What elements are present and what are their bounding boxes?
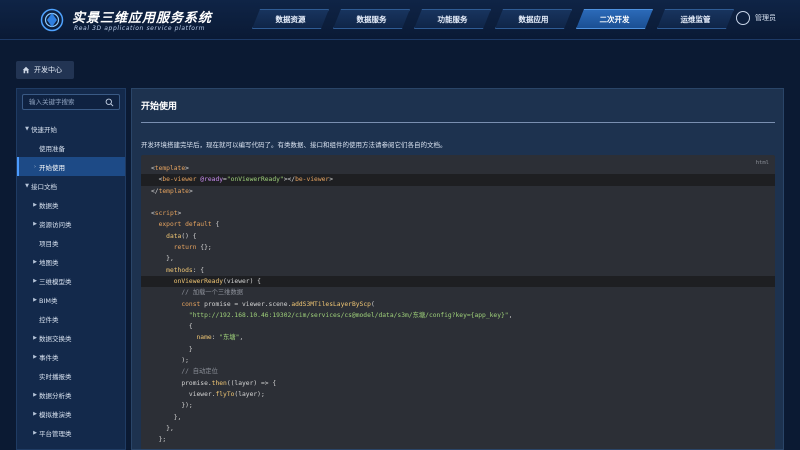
tree-item-resource-access[interactable]: ▶ 资源访问类 bbox=[17, 214, 125, 233]
tree-item-getting-started[interactable]: › 开始使用 bbox=[17, 157, 125, 176]
code-line: <template> bbox=[151, 165, 189, 172]
caret-right-icon: ▶ bbox=[33, 220, 37, 227]
tree-label: 开始使用 bbox=[39, 163, 65, 172]
search-box bbox=[22, 94, 120, 110]
page-title: 开始使用 bbox=[141, 102, 178, 112]
code-line: promise.then((layer) => { bbox=[151, 379, 277, 387]
search-icon[interactable] bbox=[105, 98, 114, 107]
home-icon bbox=[22, 66, 30, 74]
code-line: // 自动定位 bbox=[151, 368, 218, 376]
tree-group-api-docs[interactable]: ▼ 接口文档 bbox=[17, 176, 125, 195]
app-header: 实景三维应用服务系统 Real 3D application service p… bbox=[0, 0, 800, 40]
nav-tab-operations[interactable]: 运维监管 bbox=[657, 9, 734, 29]
search-input[interactable] bbox=[23, 95, 103, 109]
tree-item-data-exchange[interactable]: ▶ 数据交换类 bbox=[17, 328, 125, 347]
doc-tree: ▼ 快速开始 使用准备 › 开始使用 ▼ 接口文档 ▶ 数据类 ▶ 资源访问类 … bbox=[17, 119, 125, 442]
tree-label: 项目类 bbox=[39, 239, 59, 248]
tree-item-data-analysis[interactable]: ▶ 数据分析类 bbox=[17, 385, 125, 404]
logo-icon bbox=[40, 8, 64, 32]
code-line: </template> bbox=[151, 187, 193, 195]
tree-label: 平台管理类 bbox=[39, 429, 72, 438]
tree-item-map[interactable]: ▶ 地图类 bbox=[17, 252, 125, 271]
code-lines: <template> <be-viewer @ready="onViewerRe… bbox=[141, 163, 775, 445]
code-line: const promise = viewer.scene.addS3MTiles… bbox=[181, 300, 375, 308]
code-line: name: "东塘", bbox=[196, 334, 244, 342]
tree-label: BIM类 bbox=[39, 296, 58, 305]
nav-tab-secondary-development[interactable]: 二次开发 bbox=[576, 9, 653, 29]
tree-item-preparation[interactable]: 使用准备 bbox=[17, 138, 125, 157]
caret-right-icon: ▶ bbox=[33, 258, 37, 265]
tree-label: 实时播报类 bbox=[39, 372, 72, 381]
caret-right-icon: ▶ bbox=[33, 201, 37, 208]
tree-item-data[interactable]: ▶ 数据类 bbox=[17, 195, 125, 214]
tree-label: 模拟推演类 bbox=[39, 410, 72, 419]
code-line: ​ bbox=[141, 197, 775, 208]
tree-label: 事件类 bbox=[39, 353, 59, 362]
tree-label: 控件类 bbox=[39, 315, 59, 324]
tree-item-project[interactable]: 项目类 bbox=[17, 233, 125, 252]
tree-label: 地图类 bbox=[39, 258, 59, 267]
tree-label: 数据类 bbox=[39, 201, 59, 210]
tree-label: 资源访问类 bbox=[39, 220, 72, 229]
title-divider bbox=[141, 122, 775, 123]
code-line: return {}; bbox=[173, 244, 212, 252]
caret-right-icon: ▶ bbox=[33, 410, 37, 417]
code-line: methods: { bbox=[166, 266, 205, 274]
tree-item-bim[interactable]: ▶ BIM类 bbox=[17, 290, 125, 309]
tree-item-realtime-broadcast[interactable]: 实时播报类 bbox=[17, 366, 125, 385]
code-line: data() { bbox=[166, 232, 197, 240]
code-line: }); bbox=[151, 402, 193, 410]
code-line: ); bbox=[151, 357, 189, 365]
code-line: onViewerReady(viewer) { bbox=[141, 275, 775, 288]
tree-label: 数据交换类 bbox=[39, 334, 72, 343]
tree-label: 数据分析类 bbox=[39, 391, 72, 400]
tree-item-platform-management[interactable]: ▶ 平台管理类 bbox=[17, 423, 125, 442]
caret-right-icon: ▶ bbox=[33, 353, 37, 360]
tree-label: 使用准备 bbox=[39, 144, 65, 153]
tree-group-quick-start[interactable]: ▼ 快速开始 bbox=[17, 119, 125, 138]
chevron-right-icon: › bbox=[34, 163, 36, 170]
caret-down-icon: ▼ bbox=[25, 125, 29, 132]
code-line: }, bbox=[151, 424, 174, 432]
tree-label: 三维模型类 bbox=[39, 277, 72, 286]
tree-item-3d-model[interactable]: ▶ 三维模型类 bbox=[17, 271, 125, 290]
tree-label: 快速开始 bbox=[31, 125, 57, 134]
caret-right-icon: ▶ bbox=[33, 277, 37, 284]
code-line: }, bbox=[151, 255, 174, 263]
caret-right-icon: ▶ bbox=[33, 391, 37, 398]
caret-right-icon: ▶ bbox=[33, 334, 37, 341]
tree-label: 接口文档 bbox=[31, 182, 57, 191]
nav-tab-data-applications[interactable]: 数据应用 bbox=[495, 9, 572, 29]
intro-text: 开发环境搭建完毕后，现在就可以编写代码了。有类数据、接口和组件的使用方法请参阅它… bbox=[141, 141, 447, 149]
main-nav: 数据资源 数据服务 功能服务 数据应用 二次开发 运维监管 bbox=[252, 9, 734, 29]
app-title: 实景三维应用服务系统 bbox=[72, 11, 213, 26]
code-line: <script> bbox=[151, 210, 182, 218]
user-name[interactable]: 管理员 bbox=[755, 13, 776, 23]
caret-down-icon: ▼ bbox=[25, 182, 29, 189]
app-subtitle: Real 3D application service platform bbox=[74, 25, 206, 32]
code-block[interactable]: html <template> <be-viewer @ready="onVie… bbox=[141, 155, 775, 449]
code-line: "http://192.168.10.46:19302/cim/services… bbox=[188, 311, 513, 319]
nav-tab-data-resources[interactable]: 数据资源 bbox=[252, 9, 329, 29]
caret-right-icon: ▶ bbox=[33, 296, 37, 303]
nav-tab-function-services[interactable]: 功能服务 bbox=[414, 9, 491, 29]
caret-right-icon: ▶ bbox=[33, 429, 37, 436]
user-avatar-icon[interactable] bbox=[736, 11, 750, 25]
tree-item-controls[interactable]: 控件类 bbox=[17, 309, 125, 328]
sidebar: ▼ 快速开始 使用准备 › 开始使用 ▼ 接口文档 ▶ 数据类 ▶ 资源访问类 … bbox=[16, 88, 126, 450]
code-line: } bbox=[151, 345, 193, 353]
code-line: <be-viewer @ready="onViewerReady"></be-v… bbox=[141, 174, 775, 186]
code-line: { bbox=[151, 323, 193, 331]
nav-tab-data-services[interactable]: 数据服务 bbox=[333, 9, 410, 29]
breadcrumb[interactable]: 开发中心 bbox=[16, 61, 74, 79]
code-line: viewer.flyTo(layer); bbox=[151, 390, 265, 398]
main-content: 开始使用 开发环境搭建完毕后，现在就可以编写代码了。有类数据、接口和组件的使用方… bbox=[131, 88, 784, 450]
breadcrumb-label: 开发中心 bbox=[34, 66, 62, 74]
tree-item-simulation[interactable]: ▶ 模拟推演类 bbox=[17, 404, 125, 423]
code-line: // 加载一个三维数据 bbox=[151, 289, 244, 297]
code-line: }; bbox=[151, 436, 167, 444]
code-line: }, bbox=[151, 413, 182, 421]
tree-item-events[interactable]: ▶ 事件类 bbox=[17, 347, 125, 366]
code-line: export default { bbox=[158, 221, 220, 229]
